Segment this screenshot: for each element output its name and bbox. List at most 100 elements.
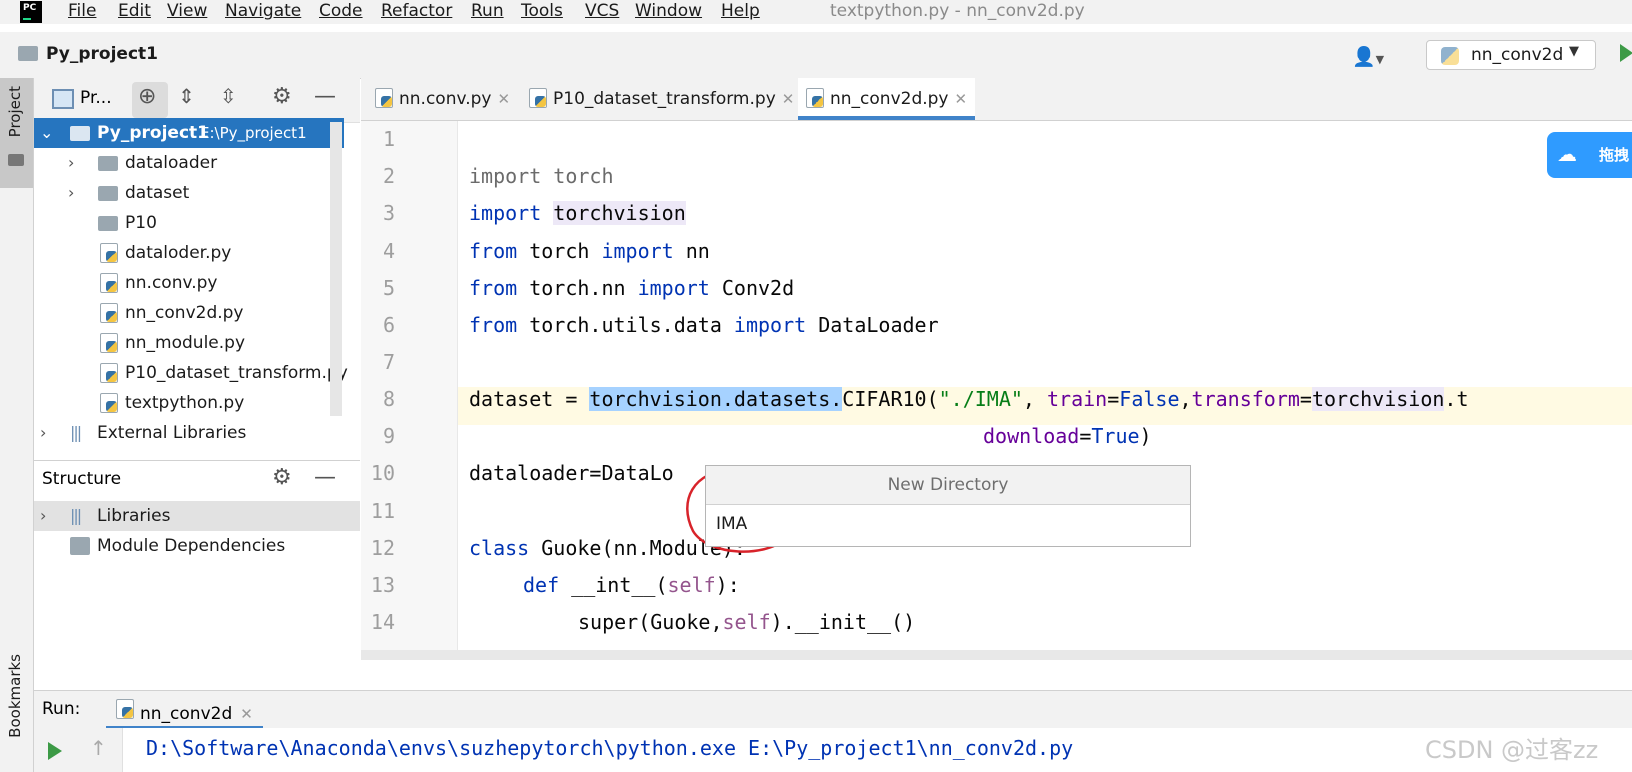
badge-label: 拖拽	[1599, 146, 1630, 164]
run-panel-label: Run:	[42, 699, 81, 719]
scrollbar[interactable]	[330, 122, 342, 416]
python-file-icon	[100, 393, 118, 413]
close-icon[interactable]: ✕	[955, 90, 968, 108]
breadcrumb[interactable]: Py_project1	[46, 44, 158, 64]
horizontal-scrollbar[interactable]	[361, 650, 1632, 660]
chevron-right-icon: ›	[68, 183, 75, 202]
project-tool-label: Project	[6, 86, 24, 138]
line-number: 5	[382, 276, 395, 300]
chevron-right-icon: ›	[40, 506, 47, 525]
line-number: 2	[382, 164, 395, 188]
python-file-icon	[100, 273, 118, 293]
python-file-icon	[100, 243, 118, 263]
line-number: 12	[370, 536, 395, 560]
run-console: ↑ D:\Software\Anaconda\envs\suzhepytorch…	[34, 728, 1632, 772]
menu-window[interactable]: Window	[635, 0, 702, 24]
code-line-5: from torch.nn import Conv2d	[469, 276, 795, 300]
drag-upload-badge[interactable]: ☁ 拖拽	[1547, 132, 1632, 178]
tree-item-file[interactable]: nn_module.py	[34, 328, 344, 358]
tree-item-file[interactable]: nn_conv2d.py	[34, 298, 344, 328]
run-toolbar: ↑	[34, 728, 123, 772]
menu-help[interactable]: Help	[721, 0, 760, 24]
folder-icon	[8, 154, 24, 166]
tree-item-root[interactable]: ⌄ Py_project1 E:\Py_project1	[34, 118, 344, 148]
close-icon[interactable]: ✕	[497, 90, 510, 108]
menu-refactor[interactable]: Refactor	[381, 0, 452, 24]
run-config-select[interactable]: nn_conv2d ▼	[1426, 40, 1596, 70]
project-tool-button[interactable]: Project	[0, 78, 33, 188]
menu-file[interactable]: File	[68, 0, 96, 24]
cloud-icon: ☁	[1557, 142, 1577, 166]
folder-icon	[70, 126, 90, 141]
menu-view[interactable]: View	[167, 0, 207, 24]
line-number: 7	[382, 350, 395, 374]
menu-vcs[interactable]: VCS	[585, 0, 619, 24]
arrow-up-icon[interactable]: ↑	[90, 736, 107, 760]
tab-p10-dataset-transform[interactable]: P10_dataset_transform.py ✕	[529, 78, 794, 120]
line-number: 14	[370, 610, 395, 634]
tree-item-label: textpython.py	[125, 393, 245, 413]
chevron-down-icon: ⌄	[40, 123, 54, 142]
navigation-bar: Py_project1 👤▼ nn_conv2d ▼	[0, 32, 1632, 79]
close-icon[interactable]: ✕	[240, 705, 253, 723]
gear-icon[interactable]: ⚙	[272, 465, 292, 490]
menu-code[interactable]: Code	[319, 0, 363, 24]
run-tab[interactable]: nn_conv2d ✕	[106, 691, 263, 729]
collapse-all-icon[interactable]: ⇳	[220, 84, 237, 108]
tree-item-file[interactable]: dataloder.py	[34, 238, 344, 268]
tab-nn-conv[interactable]: nn.conv.py ✕	[375, 78, 510, 120]
tree-item-dataloader[interactable]: › dataloader	[34, 148, 344, 178]
tree-item-file[interactable]: P10_dataset_transform.py	[34, 358, 348, 388]
tree-item-label: dataloader	[125, 153, 218, 173]
line-number: 10	[370, 461, 395, 485]
library-icon: |||	[70, 423, 82, 442]
minimize-icon[interactable]: —	[314, 84, 336, 109]
python-file-icon	[100, 303, 118, 323]
code-line-6: from torch.utils.data import DataLoader	[469, 313, 939, 337]
tree-item-file[interactable]: nn.conv.py	[34, 268, 344, 298]
project-toolbar: Pr... ⊕ ⇕ ⇳ ⚙ —	[34, 78, 360, 123]
tree-item-label: Py_project1	[97, 123, 209, 143]
window-title: textpython.py - nn_conv2d.py	[830, 1, 1085, 21]
user-icon[interactable]: 👤▼	[1352, 45, 1384, 68]
menu-tools[interactable]: Tools	[521, 0, 563, 24]
tree-item-label: dataloder.py	[125, 243, 232, 263]
tab-nn-conv2d[interactable]: nn_conv2d.py ✕	[798, 78, 976, 120]
menu-run[interactable]: Run	[471, 0, 504, 24]
pycharm-logo-icon: PC	[20, 1, 42, 23]
directory-name-input[interactable]: IMA	[716, 514, 747, 534]
rerun-icon[interactable]	[48, 742, 62, 760]
line-number: 3	[382, 201, 395, 225]
line-number: 11	[370, 499, 395, 523]
popup-title: New Directory	[706, 466, 1190, 505]
expand-all-icon[interactable]: ⇕	[178, 84, 195, 108]
folder-icon	[18, 46, 38, 61]
menu-edit[interactable]: Edit	[118, 0, 151, 24]
chevron-down-icon: ▼	[1569, 44, 1579, 59]
structure-item-libraries[interactable]: › ||| Libraries	[34, 501, 360, 531]
structure-panel: Structure ⚙ — › ||| Libraries Module Dep…	[34, 460, 360, 661]
tree-item-file[interactable]: textpython.py	[34, 388, 344, 418]
python-file-icon	[100, 363, 118, 383]
menu-navigate[interactable]: Navigate	[225, 0, 301, 24]
code-editor[interactable]: import torch import torchvision from tor…	[458, 121, 1632, 651]
tree-item-label: P10	[125, 213, 157, 233]
tree-item-external-libraries[interactable]: › ||| External Libraries	[34, 418, 344, 448]
run-panel-header: Run: nn_conv2d ✕	[34, 690, 1632, 729]
new-directory-popup: New Directory IMA	[705, 465, 1191, 547]
bookmarks-tool-button[interactable]: Bookmarks	[6, 654, 24, 738]
python-file-icon	[529, 88, 547, 108]
run-icon[interactable]	[1620, 44, 1632, 62]
close-icon[interactable]: ✕	[782, 90, 795, 108]
project-panel-title[interactable]: Pr...	[80, 88, 112, 108]
minimize-icon[interactable]: —	[314, 465, 336, 490]
tree-item-p10[interactable]: P10	[34, 208, 344, 238]
chevron-right-icon: ›	[40, 423, 47, 442]
gear-icon[interactable]: ⚙	[272, 84, 292, 109]
structure-item-module-dependencies[interactable]: Module Dependencies	[34, 531, 344, 561]
locate-icon[interactable]: ⊕	[138, 84, 156, 109]
tree-item-dataset[interactable]: › dataset	[34, 178, 344, 208]
code-line-3: import torchvision	[469, 201, 686, 225]
project-panel: Pr... ⊕ ⇕ ⇳ ⚙ — ⌄ Py_project1 E:\Py_proj…	[34, 78, 360, 458]
python-file-icon	[116, 699, 134, 719]
